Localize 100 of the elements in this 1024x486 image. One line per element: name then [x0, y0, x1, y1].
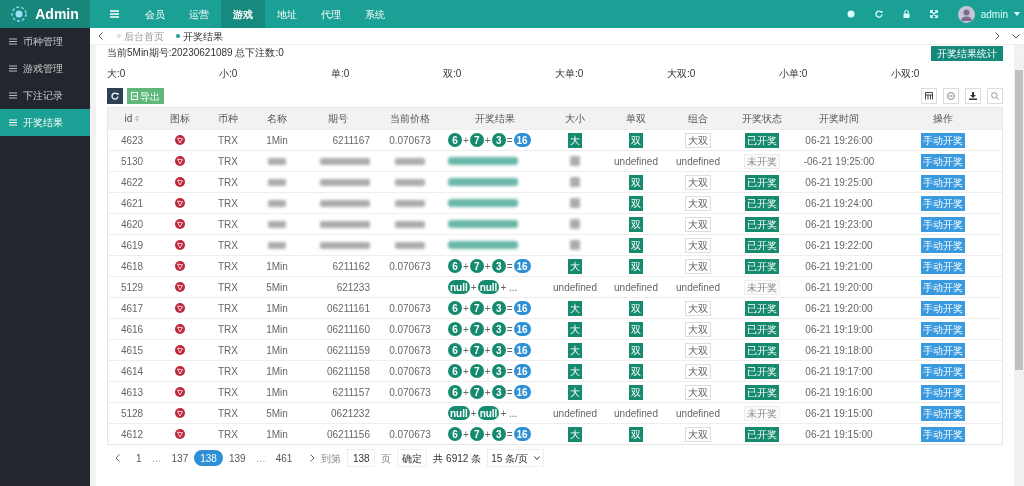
manual-draw-button[interactable]: 手动开奖	[921, 132, 965, 148]
combo-tag: 大双	[685, 132, 711, 148]
manual-draw-button[interactable]: 手动开奖	[921, 321, 965, 337]
menu-icon[interactable]	[110, 10, 119, 18]
table-cell-text: 06-21 19:17:00	[805, 364, 873, 379]
table-cell-text: 06211159	[327, 343, 370, 358]
manual-draw-button[interactable]: 手动开奖	[921, 384, 965, 400]
manual-draw-button[interactable]: 手动开奖	[921, 258, 965, 274]
manual-draw-button[interactable]: 手动开奖	[921, 195, 965, 211]
blurred-text	[268, 178, 286, 186]
table-cell-text: 06-21 19:22:00	[805, 238, 873, 253]
table-cell-text: 4612	[120, 427, 144, 442]
refresh-button[interactable]	[107, 88, 123, 104]
confirm-button[interactable]: 确定	[397, 449, 428, 467]
page-button[interactable]: 139	[222, 450, 252, 466]
nav-tab[interactable]: 会员	[133, 0, 177, 28]
table-cell-text: 1Min	[266, 343, 288, 358]
page-tab[interactable]: 后台首页	[117, 28, 164, 44]
table-cell-text: 0621232	[331, 406, 370, 421]
manual-draw-button[interactable]: 手动开奖	[921, 174, 965, 190]
manual-draw-button[interactable]: 手动开奖	[921, 405, 965, 421]
coin-icon	[175, 219, 185, 229]
list-icon	[9, 65, 17, 72]
operator-text: =	[506, 133, 513, 148]
table-cell-text: TRX	[218, 238, 238, 253]
status-tag: 已开奖	[745, 426, 779, 442]
sidebar-item[interactable]: 开奖结果	[0, 109, 90, 136]
nav-tab[interactable]: 系统	[353, 0, 397, 28]
dropdown-icon[interactable]	[1012, 33, 1020, 39]
manual-draw-button[interactable]: 手动开奖	[921, 237, 965, 253]
table-cell-text: TRX	[218, 280, 238, 295]
manual-draw-button[interactable]: 手动开奖	[921, 426, 965, 442]
column-header[interactable]: id	[124, 111, 133, 126]
manual-draw-button[interactable]: 手动开奖	[921, 279, 965, 295]
operator-text: +	[463, 301, 469, 316]
table-cell-text: 4615	[120, 343, 144, 358]
logo-icon	[11, 6, 28, 22]
table-cell-text: 4620	[120, 217, 144, 232]
avatar-icon[interactable]	[957, 5, 975, 23]
stat-text: 大单:0	[555, 66, 585, 81]
theme-icon[interactable]	[846, 10, 855, 18]
status-tag: 未开奖	[744, 153, 780, 169]
previous-page-icon[interactable]	[115, 454, 120, 462]
operator-text: +	[484, 322, 491, 337]
search-button[interactable]	[987, 88, 1003, 104]
size-tag: 大	[568, 426, 582, 442]
parity-tag: 双	[629, 195, 643, 211]
export-button[interactable]: 导出	[127, 88, 164, 104]
tab-scroll-right-icon[interactable]	[995, 32, 1000, 40]
table-cell-text: 06-21 19:21:00	[805, 259, 873, 274]
lock-icon[interactable]	[902, 10, 910, 18]
table-cell-text: TRX	[218, 406, 238, 421]
search-icon	[991, 92, 999, 100]
nav-tab[interactable]: 运营	[177, 0, 221, 28]
sidebar-item[interactable]: 币种管理	[0, 28, 90, 55]
column-header: 名称	[267, 112, 287, 126]
table-cell-text: 06211161	[327, 301, 370, 316]
ellipsis-text: …	[254, 451, 267, 466]
statistics-button[interactable]: 开奖结果统计	[931, 45, 1003, 61]
stat-text: 大:0	[107, 66, 127, 81]
size-tag: 大	[568, 384, 582, 400]
download-button[interactable]	[965, 88, 981, 104]
operator-text: +	[463, 322, 469, 337]
manual-draw-button[interactable]: 手动开奖	[921, 153, 965, 169]
total-text: 共 6912 条	[433, 451, 482, 466]
page-button[interactable]: 461	[269, 450, 299, 466]
column-header: 单双	[626, 112, 646, 126]
tab-scroll-left-icon[interactable]	[98, 32, 103, 40]
page-button[interactable]: 1	[130, 450, 148, 466]
page-tab[interactable]: 开奖结果	[176, 28, 223, 44]
table-cell-text: TRX	[218, 154, 238, 169]
table-cell-text: undefined	[614, 406, 658, 421]
coin-icon	[175, 261, 185, 271]
manual-draw-button[interactable]: 手动开奖	[921, 363, 965, 379]
page-size-select[interactable]: 15 条/页	[487, 449, 544, 467]
manual-draw-button[interactable]: 手动开奖	[921, 342, 965, 358]
sidebar-item[interactable]: 游戏管理	[0, 55, 90, 82]
column-header: 开奖时间	[819, 112, 859, 126]
next-page-icon[interactable]	[310, 454, 316, 462]
coin-icon	[175, 198, 185, 208]
ellipsis-text: …	[150, 451, 163, 466]
username-menu[interactable]: admin	[980, 6, 1008, 22]
nav-tab[interactable]: 地址	[265, 0, 309, 28]
table-cell-text: 06-21 19:23:00	[805, 217, 873, 232]
page-button[interactable]: 137	[165, 450, 195, 466]
sum-badge: 16	[513, 259, 531, 273]
blurred-text	[448, 220, 518, 228]
fullscreen-icon[interactable]	[929, 10, 938, 18]
status-tag: 已开奖	[745, 258, 779, 274]
nav-tab[interactable]: 代理	[309, 0, 353, 28]
manual-draw-button[interactable]: 手动开奖	[921, 216, 965, 232]
page-input[interactable]: 138	[347, 449, 376, 467]
columns-button[interactable]	[921, 88, 937, 104]
sort-icon[interactable]	[135, 115, 140, 122]
sidebar-item[interactable]: 下注记录	[0, 82, 90, 109]
nav-tab[interactable]: 游戏	[221, 0, 265, 28]
refresh-icon[interactable]	[874, 10, 883, 18]
caret-icon[interactable]	[1014, 12, 1020, 16]
manual-draw-button[interactable]: 手动开奖	[921, 300, 965, 316]
page-button[interactable]: 138	[194, 450, 223, 466]
